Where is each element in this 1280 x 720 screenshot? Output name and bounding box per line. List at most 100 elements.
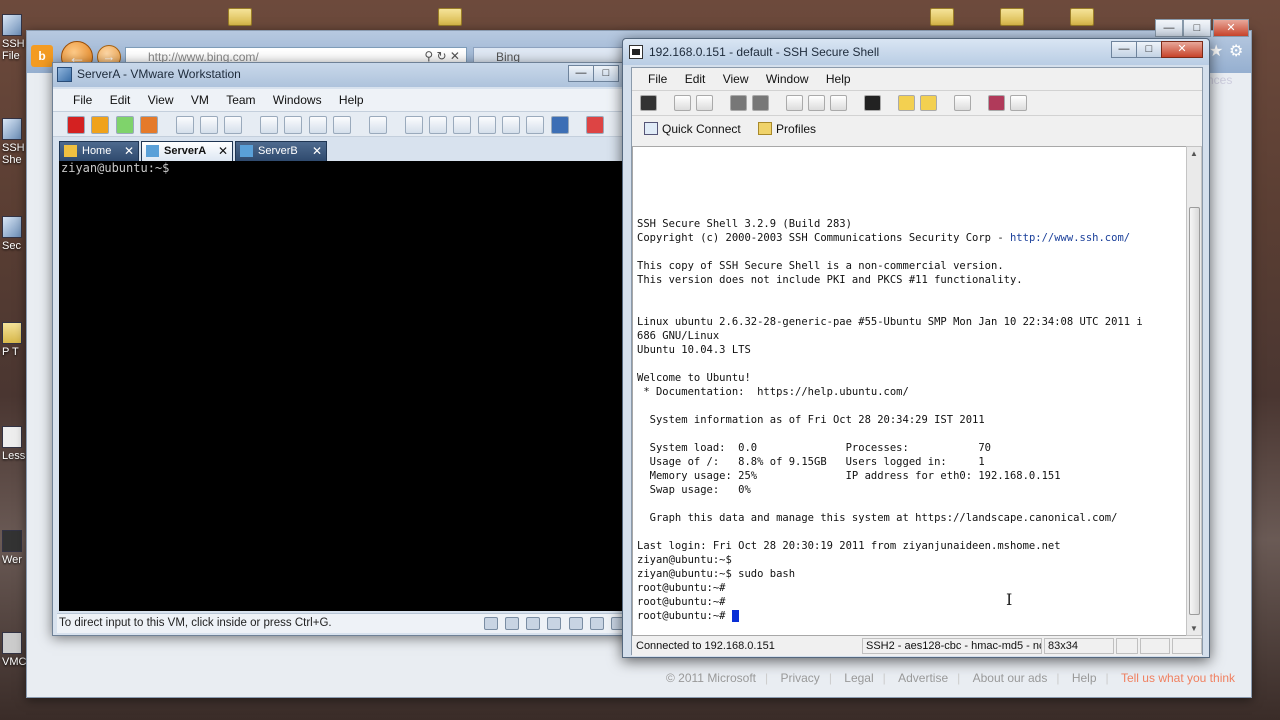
footer-link-feedback[interactable]: Tell us what you think bbox=[1121, 671, 1235, 685]
menu-view[interactable]: View bbox=[148, 93, 174, 107]
scroll-up-icon[interactable]: ▲ bbox=[1190, 149, 1198, 158]
snapshot-button[interactable] bbox=[175, 116, 194, 134]
ssh-menu-view[interactable]: View bbox=[723, 72, 749, 86]
menu-edit[interactable]: Edit bbox=[110, 93, 131, 107]
desktop-icon-pt[interactable]: P T bbox=[2, 322, 28, 358]
menu-windows[interactable]: Windows bbox=[273, 93, 322, 107]
revert-snapshot-button[interactable] bbox=[200, 116, 219, 134]
settings-icon[interactable] bbox=[953, 95, 971, 111]
folder-icon[interactable] bbox=[1070, 8, 1094, 26]
footer-link-advertise[interactable]: Advertise bbox=[898, 671, 948, 685]
close-icon[interactable]: ✕ bbox=[218, 144, 228, 158]
copy-icon[interactable] bbox=[785, 95, 803, 111]
ssh-window[interactable]: 192.168.0.151 - default - SSH Secure She… bbox=[622, 38, 1210, 658]
reset-button[interactable] bbox=[140, 116, 159, 134]
menu-file[interactable]: File bbox=[73, 93, 92, 107]
footer-link-privacy[interactable]: Privacy bbox=[780, 671, 819, 685]
view-button-1[interactable] bbox=[501, 116, 520, 134]
desktop-icon-less[interactable]: Less bbox=[2, 426, 28, 462]
tab-servera[interactable]: ServerA ✕ bbox=[141, 141, 233, 161]
fit-window-button[interactable] bbox=[477, 116, 496, 134]
scroll-thumb[interactable] bbox=[1189, 207, 1200, 615]
menu-help[interactable]: Help bbox=[339, 93, 364, 107]
device-icon[interactable] bbox=[483, 617, 498, 630]
context-help-icon[interactable] bbox=[1009, 95, 1027, 111]
reconnect-icon[interactable] bbox=[752, 95, 770, 111]
view-button-2[interactable] bbox=[526, 116, 545, 134]
quick-connect-button[interactable]: Quick Connect bbox=[642, 122, 747, 136]
print-preview-icon[interactable] bbox=[696, 95, 714, 111]
find-icon[interactable] bbox=[864, 95, 882, 111]
desktop-icon-ssh-shell[interactable]: SSH She bbox=[2, 118, 28, 166]
ssh-menu-file[interactable]: File bbox=[648, 72, 667, 86]
menu-team[interactable]: Team bbox=[226, 93, 255, 107]
close-icon[interactable]: ✕ bbox=[312, 144, 322, 158]
new-terminal-icon[interactable] bbox=[897, 95, 915, 111]
help-book-icon[interactable] bbox=[987, 95, 1005, 111]
folder-icon[interactable] bbox=[1000, 8, 1024, 26]
power-off-button[interactable] bbox=[67, 116, 85, 134]
cd-icon[interactable] bbox=[547, 617, 562, 630]
menu-vm[interactable]: VM bbox=[191, 93, 209, 107]
search-refresh-stop-icons[interactable]: ⚲ ↻ ✕ bbox=[424, 49, 460, 63]
team-button-1[interactable] bbox=[260, 116, 279, 134]
team-button-4[interactable] bbox=[333, 116, 352, 134]
vmware-titlebar[interactable]: ServerA - VMware Workstation — □ bbox=[53, 63, 633, 87]
view-button-3[interactable] bbox=[550, 116, 569, 134]
desktop-icon-ssh-file[interactable]: SSH File bbox=[2, 14, 28, 62]
tab-serverb[interactable]: ServerB ✕ bbox=[235, 141, 327, 161]
desktop-icon-sec[interactable]: Sec bbox=[2, 216, 28, 252]
desktop-icon-wer[interactable]: Wer bbox=[2, 530, 28, 566]
footer-link-legal[interactable]: Legal bbox=[844, 671, 873, 685]
profiles-button[interactable]: Profiles bbox=[756, 122, 822, 136]
sidebar-toggle-button[interactable] bbox=[404, 116, 423, 134]
ssh-com-link[interactable]: http://www.ssh.com/ bbox=[1010, 232, 1130, 244]
console-button[interactable] bbox=[368, 116, 387, 134]
close-icon[interactable]: ✕ bbox=[124, 144, 134, 158]
tab-home[interactable]: Home ✕ bbox=[59, 141, 139, 161]
print-icon[interactable] bbox=[673, 95, 691, 111]
ssh-terminal[interactable]: SSH Secure Shell 3.2.9 (Build 283) Copyri… bbox=[632, 146, 1188, 636]
favorites-star-icon[interactable]: ★ bbox=[1209, 41, 1223, 61]
footer-link-about-ads[interactable]: About our ads bbox=[973, 671, 1048, 685]
paste-icon[interactable] bbox=[808, 95, 826, 111]
floppy-icon[interactable] bbox=[526, 617, 541, 630]
browser-minimize-button[interactable]: — bbox=[1155, 19, 1183, 37]
ssh-menu-edit[interactable]: Edit bbox=[685, 72, 706, 86]
full-screen-button[interactable] bbox=[428, 116, 447, 134]
power-on-button[interactable] bbox=[115, 116, 134, 134]
ssh-menu-window[interactable]: Window bbox=[766, 72, 809, 86]
new-file-transfer-icon[interactable] bbox=[920, 95, 938, 111]
terminal-scrollbar[interactable]: ▲ ▼ bbox=[1186, 146, 1202, 636]
ssh-minimize-button[interactable]: — bbox=[1111, 41, 1137, 58]
browser-close-button[interactable]: ✕ bbox=[1213, 19, 1249, 37]
browser-maximize-button[interactable]: □ bbox=[1183, 19, 1211, 37]
record-button[interactable] bbox=[586, 116, 605, 134]
ssh-titlebar[interactable]: 192.168.0.151 - default - SSH Secure She… bbox=[623, 39, 1209, 65]
vmware-maximize-button[interactable]: □ bbox=[593, 65, 619, 82]
vm-console[interactable]: ziyan@ubuntu:~$ bbox=[59, 161, 625, 611]
ssh-menu-help[interactable]: Help bbox=[826, 72, 851, 86]
quick-switch-button[interactable] bbox=[453, 116, 472, 134]
disconnect-icon[interactable] bbox=[729, 95, 747, 111]
printer-icon[interactable] bbox=[589, 617, 604, 630]
save-icon[interactable] bbox=[640, 95, 657, 111]
desktop-icon-vmc[interactable]: VMC bbox=[2, 632, 28, 668]
ssh-maximize-button[interactable]: □ bbox=[1136, 41, 1162, 58]
folder-icon[interactable] bbox=[930, 8, 954, 26]
team-button-3[interactable] bbox=[308, 116, 327, 134]
vmware-window[interactable]: ServerA - VMware Workstation — □ File Edi… bbox=[52, 62, 634, 636]
team-button-2[interactable] bbox=[284, 116, 303, 134]
snapshot-manager-button[interactable] bbox=[224, 116, 243, 134]
footer-link-help[interactable]: Help bbox=[1072, 671, 1097, 685]
suspend-button[interactable] bbox=[91, 116, 110, 134]
vmware-minimize-button[interactable]: — bbox=[568, 65, 594, 82]
scroll-down-icon[interactable]: ▼ bbox=[1190, 624, 1198, 633]
paste-special-icon[interactable] bbox=[830, 95, 848, 111]
ssh-close-button[interactable]: ✕ bbox=[1161, 41, 1203, 58]
usb-icon[interactable] bbox=[568, 617, 583, 630]
gear-icon[interactable]: ⚙ bbox=[1229, 41, 1243, 61]
folder-icon[interactable] bbox=[228, 8, 252, 26]
folder-icon[interactable] bbox=[438, 8, 462, 26]
network-icon[interactable] bbox=[504, 617, 519, 630]
